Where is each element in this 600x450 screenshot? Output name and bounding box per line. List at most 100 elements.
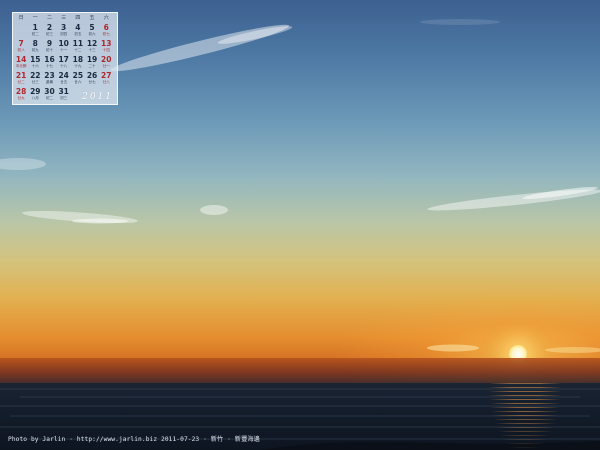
- lunar-date: 初二: [31, 32, 39, 36]
- day-number: 24: [58, 71, 69, 80]
- calendar-widget: 日 一 二 三 四 五 六 1 初二 2 初三 3 初四 4 初五 5 初六 6 初七 7 初八 8 初九 9 初…: [12, 12, 118, 105]
- lunar-date: 廿二: [17, 80, 25, 84]
- lunar-date: 廿九: [17, 96, 25, 100]
- calendar-day: 12 十三: [85, 39, 99, 55]
- lunar-date: 廿五: [60, 80, 68, 84]
- sun-reflection: [490, 383, 560, 450]
- day-number: 18: [72, 55, 84, 64]
- day-number: 27: [101, 71, 112, 80]
- day-number: 4: [75, 23, 81, 32]
- lunar-date: 十七: [45, 64, 54, 68]
- cloud-wisp: [22, 210, 138, 224]
- day-number: 31: [58, 87, 69, 96]
- day-number: 6: [103, 23, 109, 32]
- calendar-day: 6 初七: [99, 23, 113, 39]
- day-number: 7: [18, 39, 24, 48]
- day-number: 11: [72, 39, 84, 48]
- day-number: 15: [30, 55, 41, 64]
- day-number: 30: [44, 87, 55, 96]
- calendar-day: 18 十九: [71, 55, 85, 71]
- calendar-day: 17 十八: [57, 55, 71, 71]
- calendar-day: 4 初五: [71, 23, 85, 39]
- lunar-date: 十一: [60, 48, 68, 52]
- day-number: 1: [32, 23, 38, 32]
- weekday-label: 五: [89, 15, 95, 21]
- cloud-wisp: [420, 19, 500, 25]
- wallpaper-photo: 日 一 二 三 四 五 六 1 初二 2 初三 3 初四 4 初五 5 初六 6 初七 7 初八 8 初九 9 初…: [0, 0, 600, 450]
- lunar-date: 初九: [31, 48, 39, 52]
- calendar-day: 23 處暑: [42, 71, 56, 87]
- lunar-date: 初七: [102, 32, 110, 36]
- day-number: 22: [30, 71, 41, 80]
- calendar-day: 29 八月: [28, 87, 42, 103]
- calendar-day: 13 十四: [99, 39, 113, 55]
- calendar-day: 14 中元節: [14, 55, 28, 71]
- day-number: 21: [15, 71, 27, 80]
- day-number: 13: [101, 39, 112, 48]
- cloud-wisp: [110, 24, 290, 72]
- calendar-day: 7 初八: [14, 39, 28, 55]
- horizon-haze: [0, 358, 600, 383]
- calendar-day: 27 廿八: [99, 71, 113, 87]
- cloud-wisp: [72, 218, 128, 224]
- calendar-day: 8 初九: [28, 39, 42, 55]
- cloud-wisp: [427, 344, 479, 352]
- calendar-day: 11 十二: [71, 39, 85, 55]
- calendar-day: 9 初十: [42, 39, 56, 55]
- lunar-date: 初二: [45, 96, 54, 100]
- lunar-date: 廿八: [102, 80, 110, 84]
- lunar-date: 十四: [102, 48, 110, 52]
- lunar-date: 初三: [60, 96, 68, 100]
- lunar-date: 廿六: [74, 80, 82, 84]
- lunar-date: 十九: [74, 64, 82, 68]
- weekday-label: 日: [18, 15, 24, 21]
- lunar-date: 八月: [31, 96, 39, 100]
- day-number: 17: [58, 55, 69, 64]
- day-number: 9: [46, 39, 53, 48]
- lunar-date: 初十: [45, 48, 54, 52]
- calendar-day: 5 初六: [85, 23, 99, 39]
- lunar-date: 廿三: [31, 80, 39, 84]
- day-number: 5: [89, 23, 95, 32]
- lunar-date: 二十: [88, 64, 96, 68]
- day-number: 19: [86, 55, 98, 64]
- lunar-date: 初五: [74, 32, 82, 36]
- day-number: 16: [44, 55, 55, 64]
- photo-credit: Photo by Jarlin · http://www.jarlin.biz …: [8, 436, 260, 443]
- calendar-day: 15 十六: [28, 55, 42, 71]
- weekday-label: 四: [75, 15, 81, 21]
- lunar-date: 初六: [88, 32, 96, 36]
- calendar-day: 16 十七: [42, 55, 56, 71]
- calendar-day: 20 廿一: [99, 55, 113, 71]
- calendar-year: 2011: [82, 92, 113, 102]
- day-number: 10: [58, 39, 69, 48]
- cloud-wisp: [0, 158, 46, 170]
- day-number: 29: [30, 87, 41, 96]
- lunar-date: 初四: [60, 32, 68, 36]
- lunar-date: 十八: [60, 64, 68, 68]
- day-number: 28: [15, 87, 27, 96]
- calendar-day: 10 十一: [57, 39, 71, 55]
- lunar-date: 十三: [88, 48, 96, 52]
- calendar-day: 1 初二: [28, 23, 42, 39]
- calendar-day: 19 二十: [85, 55, 99, 71]
- day-number: 26: [86, 71, 98, 80]
- calendar-day: 26 廿七: [85, 71, 99, 87]
- calendar-day: 22 廿三: [28, 71, 42, 87]
- weekday-label: 一: [32, 15, 38, 21]
- day-number: 12: [86, 39, 98, 48]
- lunar-date: 廿一: [102, 64, 110, 68]
- day-number: 3: [61, 23, 67, 32]
- calendar-day: 25 廿六: [71, 71, 85, 87]
- day-number: 23: [44, 71, 55, 80]
- calendar-day: 28 廿九: [14, 87, 28, 103]
- weekday-label: 三: [61, 15, 67, 21]
- calendar-day: 24 廿五: [57, 71, 71, 87]
- lunar-date: 中元節: [15, 64, 27, 68]
- lunar-date: 初三: [45, 32, 54, 36]
- calendar-day: 3 初四: [57, 23, 71, 39]
- lunar-date: 十六: [31, 64, 39, 68]
- cloud-wisp: [545, 347, 600, 353]
- lunar-date: 初八: [17, 48, 25, 52]
- weekday-label: 六: [103, 15, 109, 21]
